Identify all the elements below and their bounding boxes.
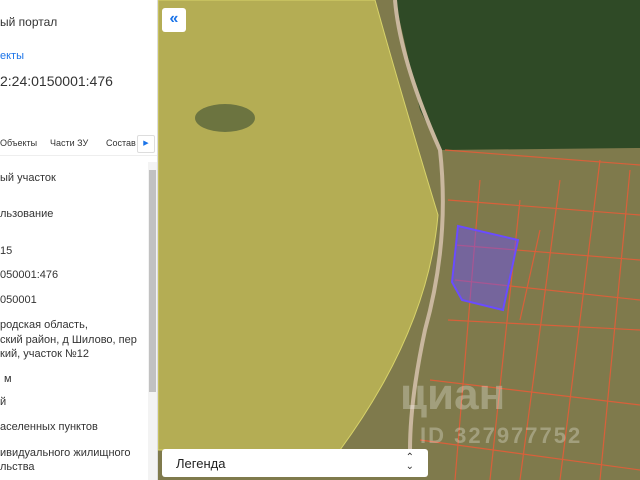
info-panel: ый портал екты 2:24:0150001:476 Объекты … bbox=[0, 0, 158, 480]
field-date: 15 bbox=[0, 245, 13, 257]
field-area: м bbox=[4, 373, 12, 385]
objects-link[interactable]: екты bbox=[0, 50, 24, 62]
tab-objects[interactable]: Объекты bbox=[0, 138, 37, 148]
field-type: ый участок bbox=[0, 172, 56, 184]
cadastral-number: 2:24:0150001:476 bbox=[0, 73, 113, 89]
field-usage: льзование bbox=[0, 208, 54, 220]
legend-label: Легенда bbox=[176, 456, 226, 471]
tabs-next-button[interactable]: ▶ bbox=[137, 135, 155, 153]
watermark-id: ID 327977752 bbox=[420, 423, 583, 448]
tab-parts[interactable]: Части ЗУ bbox=[50, 138, 88, 148]
field-permitted-use-1: ивидуального жилищного bbox=[0, 447, 131, 459]
field-address-3: кий, участок №12 bbox=[0, 348, 89, 360]
tabs: Объекты Части ЗУ Состав ▶ bbox=[0, 132, 157, 156]
field-status: й bbox=[0, 396, 7, 408]
tab-composition[interactable]: Состав bbox=[106, 138, 136, 148]
watermark: циан bbox=[400, 370, 506, 419]
legend-select[interactable]: Легенда ⌃ ⌄ bbox=[162, 449, 428, 477]
portal-title: ый портал bbox=[0, 15, 58, 29]
scrollbar[interactable] bbox=[148, 162, 157, 480]
field-address-2: ский район, д Шилово, пер bbox=[0, 334, 137, 346]
field-permitted-use-2: льства bbox=[0, 461, 35, 473]
field-category: аселенных пунктов bbox=[0, 421, 98, 433]
double-chevron-left-icon: « bbox=[169, 10, 179, 27]
collapse-panel-button[interactable]: « bbox=[162, 8, 186, 32]
satellite-map[interactable] bbox=[158, 0, 640, 480]
field-quarter: 050001 bbox=[0, 294, 37, 306]
field-cadastral: 050001:476 bbox=[0, 269, 59, 281]
caret-right-icon: ▶ bbox=[143, 140, 149, 147]
field-address-1: родская область, bbox=[0, 319, 88, 331]
chevron-up-down-icon: ⌃ ⌄ bbox=[405, 452, 414, 472]
